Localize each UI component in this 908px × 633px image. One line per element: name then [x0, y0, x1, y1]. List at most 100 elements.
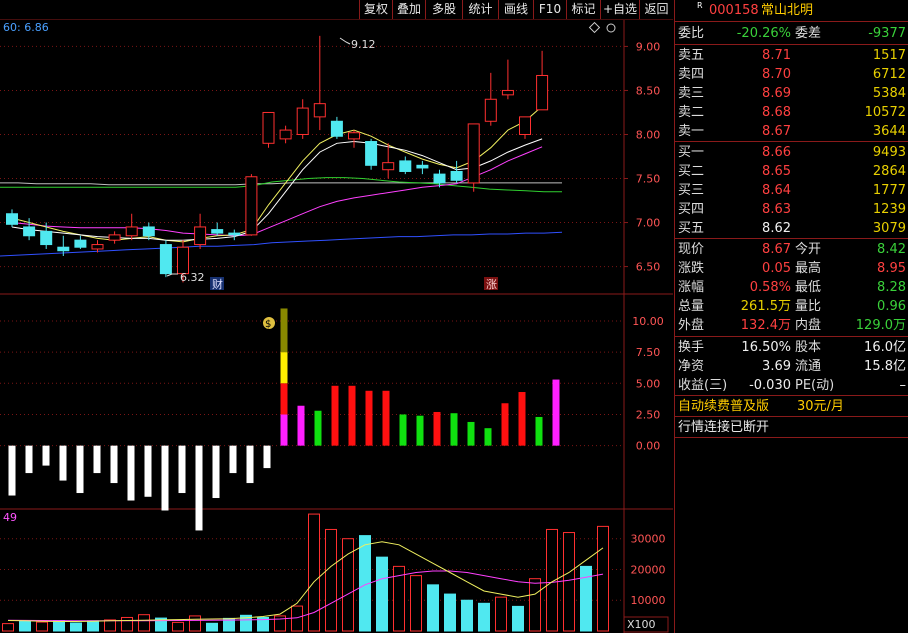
- indicator-bar[interactable]: [365, 390, 373, 446]
- diamond-icon[interactable]: [588, 21, 601, 34]
- volume-bar[interactable]: [444, 593, 456, 632]
- volume-bar[interactable]: [529, 578, 541, 632]
- candle[interactable]: [6, 209, 18, 227]
- indicator-bar[interactable]: [280, 352, 288, 384]
- indicator-bar[interactable]: [280, 414, 288, 446]
- candle[interactable]: [211, 222, 224, 236]
- candle[interactable]: [348, 130, 360, 148]
- indicator-bar[interactable]: [382, 390, 390, 446]
- toolbar-button-2[interactable]: 多股: [425, 0, 462, 19]
- candlesticks[interactable]: [6, 35, 549, 283]
- indicator-bar[interactable]: [348, 385, 356, 446]
- candle[interactable]: [159, 240, 172, 278]
- indicator-bar[interactable]: [229, 445, 237, 474]
- indicator-bar[interactable]: [331, 385, 339, 446]
- candle[interactable]: [296, 99, 309, 139]
- indicator-bar[interactable]: [280, 383, 288, 415]
- indicator-bar[interactable]: [93, 445, 101, 474]
- indicator-bar[interactable]: [42, 445, 50, 466]
- candle[interactable]: [228, 229, 241, 241]
- indicator-bar[interactable]: [450, 413, 458, 446]
- volume-bar[interactable]: [70, 622, 82, 632]
- indicator-bar[interactable]: [433, 411, 441, 446]
- candle[interactable]: [501, 59, 514, 100]
- toolbar-button-6[interactable]: 标记: [566, 0, 600, 19]
- indicator-bar[interactable]: [518, 392, 526, 446]
- indicator-bar[interactable]: [552, 379, 560, 446]
- volume-bar[interactable]: [19, 620, 31, 632]
- indicator-bar[interactable]: [144, 445, 152, 497]
- volume-bar[interactable]: [104, 619, 116, 632]
- promo-text[interactable]: 自动续费普及版: [678, 397, 769, 416]
- indicator-bar[interactable]: [484, 428, 492, 446]
- marker-cai[interactable]: 财: [212, 277, 223, 291]
- candle[interactable]: [519, 116, 531, 139]
- volume-bar[interactable]: [410, 575, 422, 632]
- indicator-bar[interactable]: [25, 445, 33, 474]
- indicator-bar[interactable]: [280, 308, 288, 353]
- volume-bar[interactable]: [427, 584, 439, 632]
- candle[interactable]: [313, 35, 326, 131]
- volume-bar[interactable]: [138, 614, 150, 632]
- toolbar-button-7[interactable]: +自选: [600, 0, 639, 19]
- indicator-bar[interactable]: [76, 445, 84, 494]
- indicator-bar[interactable]: [59, 445, 67, 481]
- volume-bar[interactable]: [597, 525, 609, 632]
- candle[interactable]: [450, 160, 463, 183]
- candle[interactable]: [262, 111, 275, 148]
- volume-bar[interactable]: [53, 620, 65, 632]
- candle[interactable]: [484, 72, 497, 126]
- candle[interactable]: [74, 235, 87, 249]
- volume-bar[interactable]: [325, 528, 337, 632]
- indicator-bars[interactable]: [8, 308, 560, 531]
- indicator-bar[interactable]: [501, 403, 509, 446]
- candle[interactable]: [125, 213, 138, 241]
- promo-price[interactable]: 30元/月: [797, 397, 844, 416]
- promo-row[interactable]: 自动续费普及版 30元/月: [675, 397, 908, 416]
- candle[interactable]: [279, 125, 292, 144]
- indicator-bar[interactable]: [314, 410, 322, 446]
- candle[interactable]: [194, 213, 207, 249]
- toolbar-button-8[interactable]: 返回: [639, 0, 673, 19]
- indicator-bar[interactable]: [263, 445, 271, 469]
- candle[interactable]: [382, 143, 395, 179]
- toolbar-button-5[interactable]: F10: [533, 0, 566, 19]
- circle-icon[interactable]: [606, 23, 616, 33]
- candle[interactable]: [365, 138, 378, 170]
- volume-bars[interactable]: [2, 513, 609, 632]
- toolbar-button-4[interactable]: 画线: [498, 0, 533, 19]
- volume-bar[interactable]: [461, 599, 473, 632]
- indicator-bar[interactable]: [212, 445, 220, 499]
- indicator-bar[interactable]: [127, 445, 135, 501]
- indicator-bar[interactable]: [161, 445, 169, 511]
- volume-bar[interactable]: [274, 615, 286, 632]
- volume-bar[interactable]: [512, 605, 524, 632]
- volume-bar[interactable]: [189, 615, 201, 632]
- volume-bar[interactable]: [2, 623, 14, 632]
- toolbar-button-0[interactable]: 复权: [359, 0, 392, 19]
- volume-bar[interactable]: [206, 622, 218, 632]
- marker-zhang[interactable]: 涨: [486, 278, 497, 291]
- volume-bar[interactable]: [121, 616, 133, 632]
- volume-bar[interactable]: [87, 620, 99, 632]
- candle[interactable]: [399, 156, 412, 175]
- indicator-bar[interactable]: [195, 445, 203, 531]
- candle[interactable]: [467, 123, 480, 192]
- indicator-bar[interactable]: [297, 405, 305, 446]
- indicator-bar[interactable]: [8, 445, 16, 496]
- candle[interactable]: [536, 50, 549, 111]
- indicator-bar[interactable]: [535, 416, 543, 446]
- indicator-bar[interactable]: [399, 414, 407, 446]
- volume-bar[interactable]: [376, 556, 388, 632]
- candle[interactable]: [330, 116, 343, 139]
- candle[interactable]: [245, 174, 258, 236]
- volume-bar[interactable]: [495, 596, 507, 632]
- volume-bar[interactable]: [172, 621, 184, 632]
- indicator-bar[interactable]: [110, 445, 118, 484]
- indicator-bar[interactable]: [246, 445, 254, 484]
- chart-area[interactable]: 9.00 8.50 8.00 7.50 7.00 6.50 10.00 7.50 5.00 2.5…: [0, 0, 673, 633]
- toolbar-button-1[interactable]: 叠加: [392, 0, 425, 19]
- candle[interactable]: [108, 231, 121, 244]
- indicator-bar[interactable]: [416, 415, 424, 446]
- volume-bar[interactable]: [478, 602, 490, 632]
